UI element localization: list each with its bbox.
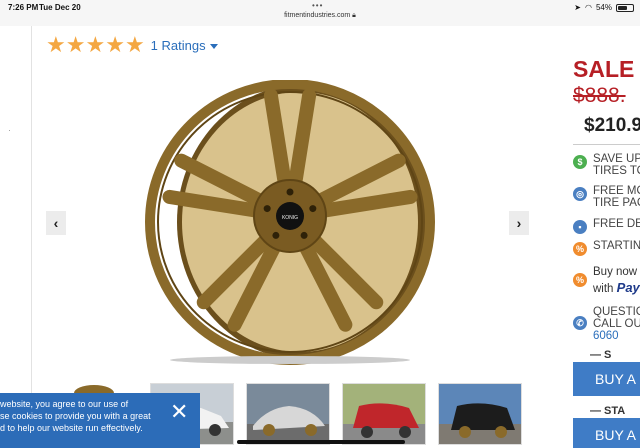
perk-free-delivery[interactable]: ▪ FREE DE	[573, 218, 640, 234]
ratings-dropdown[interactable]: 1 Ratings	[151, 38, 218, 53]
perk-line: SAVE UP	[593, 153, 640, 165]
chevron-down-icon	[209, 44, 218, 50]
dollar-icon: $	[573, 155, 587, 169]
star-icon: ★	[46, 32, 66, 57]
tab-menu-dots-icon[interactable]: •••	[312, 1, 323, 10]
lock-icon: 🔒︎	[352, 12, 356, 19]
perk-free-mount[interactable]: ◎ FREE MOTIRE PAC	[573, 185, 640, 209]
product-rating: ★★★★★ 1 Ratings	[46, 34, 218, 57]
battery-percent: 54%	[595, 3, 612, 12]
chevron-left-icon: ‹	[53, 215, 59, 231]
url-text: fitmentindustries.com	[284, 12, 351, 19]
cookie-banner: website, you agree to our use of se cook…	[0, 393, 200, 448]
wheel-image: KONIG	[145, 79, 435, 365]
battery-icon	[616, 3, 634, 12]
section-label-2: — STA	[590, 405, 626, 417]
thumbnail-black-hatchback[interactable]	[438, 383, 522, 445]
tag-icon: %	[573, 242, 587, 256]
address-bar[interactable]: fitmentindustries.com 🔒︎	[0, 12, 640, 20]
status-bar: 7:26 PM Tue Dec 20 ••• fitmentindustries…	[0, 0, 640, 26]
original-price: $888.	[573, 84, 626, 107]
phone-number[interactable]: 6060	[593, 330, 640, 342]
lug-hole	[272, 231, 280, 239]
star-icon: ★	[85, 32, 106, 57]
star-icon: ★	[124, 32, 145, 57]
lug-hole	[286, 188, 294, 196]
perk-paypal[interactable]: % Buy now with Pay	[573, 265, 640, 297]
price-divider	[573, 144, 640, 145]
perk-line: Buy now	[593, 266, 638, 278]
paypal-logo: Pay	[616, 280, 640, 295]
phone-icon: ✆	[573, 316, 587, 330]
paypal-tag-icon: %	[573, 273, 587, 287]
perk-line: STARTIN	[593, 240, 640, 252]
status-time: 7:26 PM	[8, 3, 39, 12]
product-main-image[interactable]: KONIG	[140, 79, 440, 365]
lug-hole	[300, 231, 308, 239]
sale-label: SALE	[573, 56, 635, 82]
perk-questions-call[interactable]: ✆ QUESTIC CALL OU 6060	[573, 306, 640, 342]
perk-line: with	[593, 283, 617, 295]
gallery-prev-button[interactable]: ‹	[46, 211, 66, 235]
close-icon[interactable]: ✕	[170, 401, 188, 423]
gallery-next-button[interactable]: ›	[509, 211, 529, 235]
home-indicator[interactable]	[237, 440, 405, 444]
perk-line: TIRE PAC	[593, 197, 640, 209]
perk-line: TIRES TO	[593, 165, 640, 177]
buy-button-1[interactable]: BUY A	[573, 362, 640, 396]
chevron-right-icon: ›	[516, 215, 522, 231]
star-icon: ★	[65, 32, 86, 57]
rating-stars: ★★★★★	[46, 34, 145, 57]
lug-hole	[309, 205, 317, 213]
sale-price: $210.9	[584, 115, 640, 136]
section-label-1: — S	[590, 349, 612, 361]
perk-line: FREE DE	[593, 218, 640, 230]
sidebar-marker: ·	[8, 125, 11, 135]
ratings-count: 1 Ratings	[150, 38, 206, 53]
status-date: Tue Dec 20	[39, 3, 81, 12]
buy-button-2[interactable]: BUY A	[573, 418, 640, 448]
wifi-icon: ◠	[585, 3, 592, 12]
status-right: ➤ ◠ 54%	[574, 3, 634, 12]
thumbnail-silver-coupe[interactable]	[246, 383, 330, 445]
perk-line: QUESTIC	[593, 306, 640, 318]
star-icon: ★	[105, 32, 125, 57]
perk-line: FREE MO	[593, 185, 640, 197]
location-icon: ➤	[574, 3, 581, 12]
thumbnail-partial[interactable]	[72, 383, 114, 393]
tire-package-icon: ◎	[573, 187, 587, 201]
perk-line: CALL OU	[593, 318, 640, 330]
left-sidebar-edge: ·	[0, 26, 32, 448]
thumbnail-red-hatchback[interactable]	[342, 383, 426, 445]
truck-icon: ▪	[573, 220, 587, 234]
perk-save-tires[interactable]: $ SAVE UPTIRES TO	[573, 153, 640, 177]
perk-starting[interactable]: % STARTIN	[573, 240, 640, 256]
lug-hole	[263, 205, 271, 213]
center-cap-logo: KONIG	[282, 215, 298, 221]
